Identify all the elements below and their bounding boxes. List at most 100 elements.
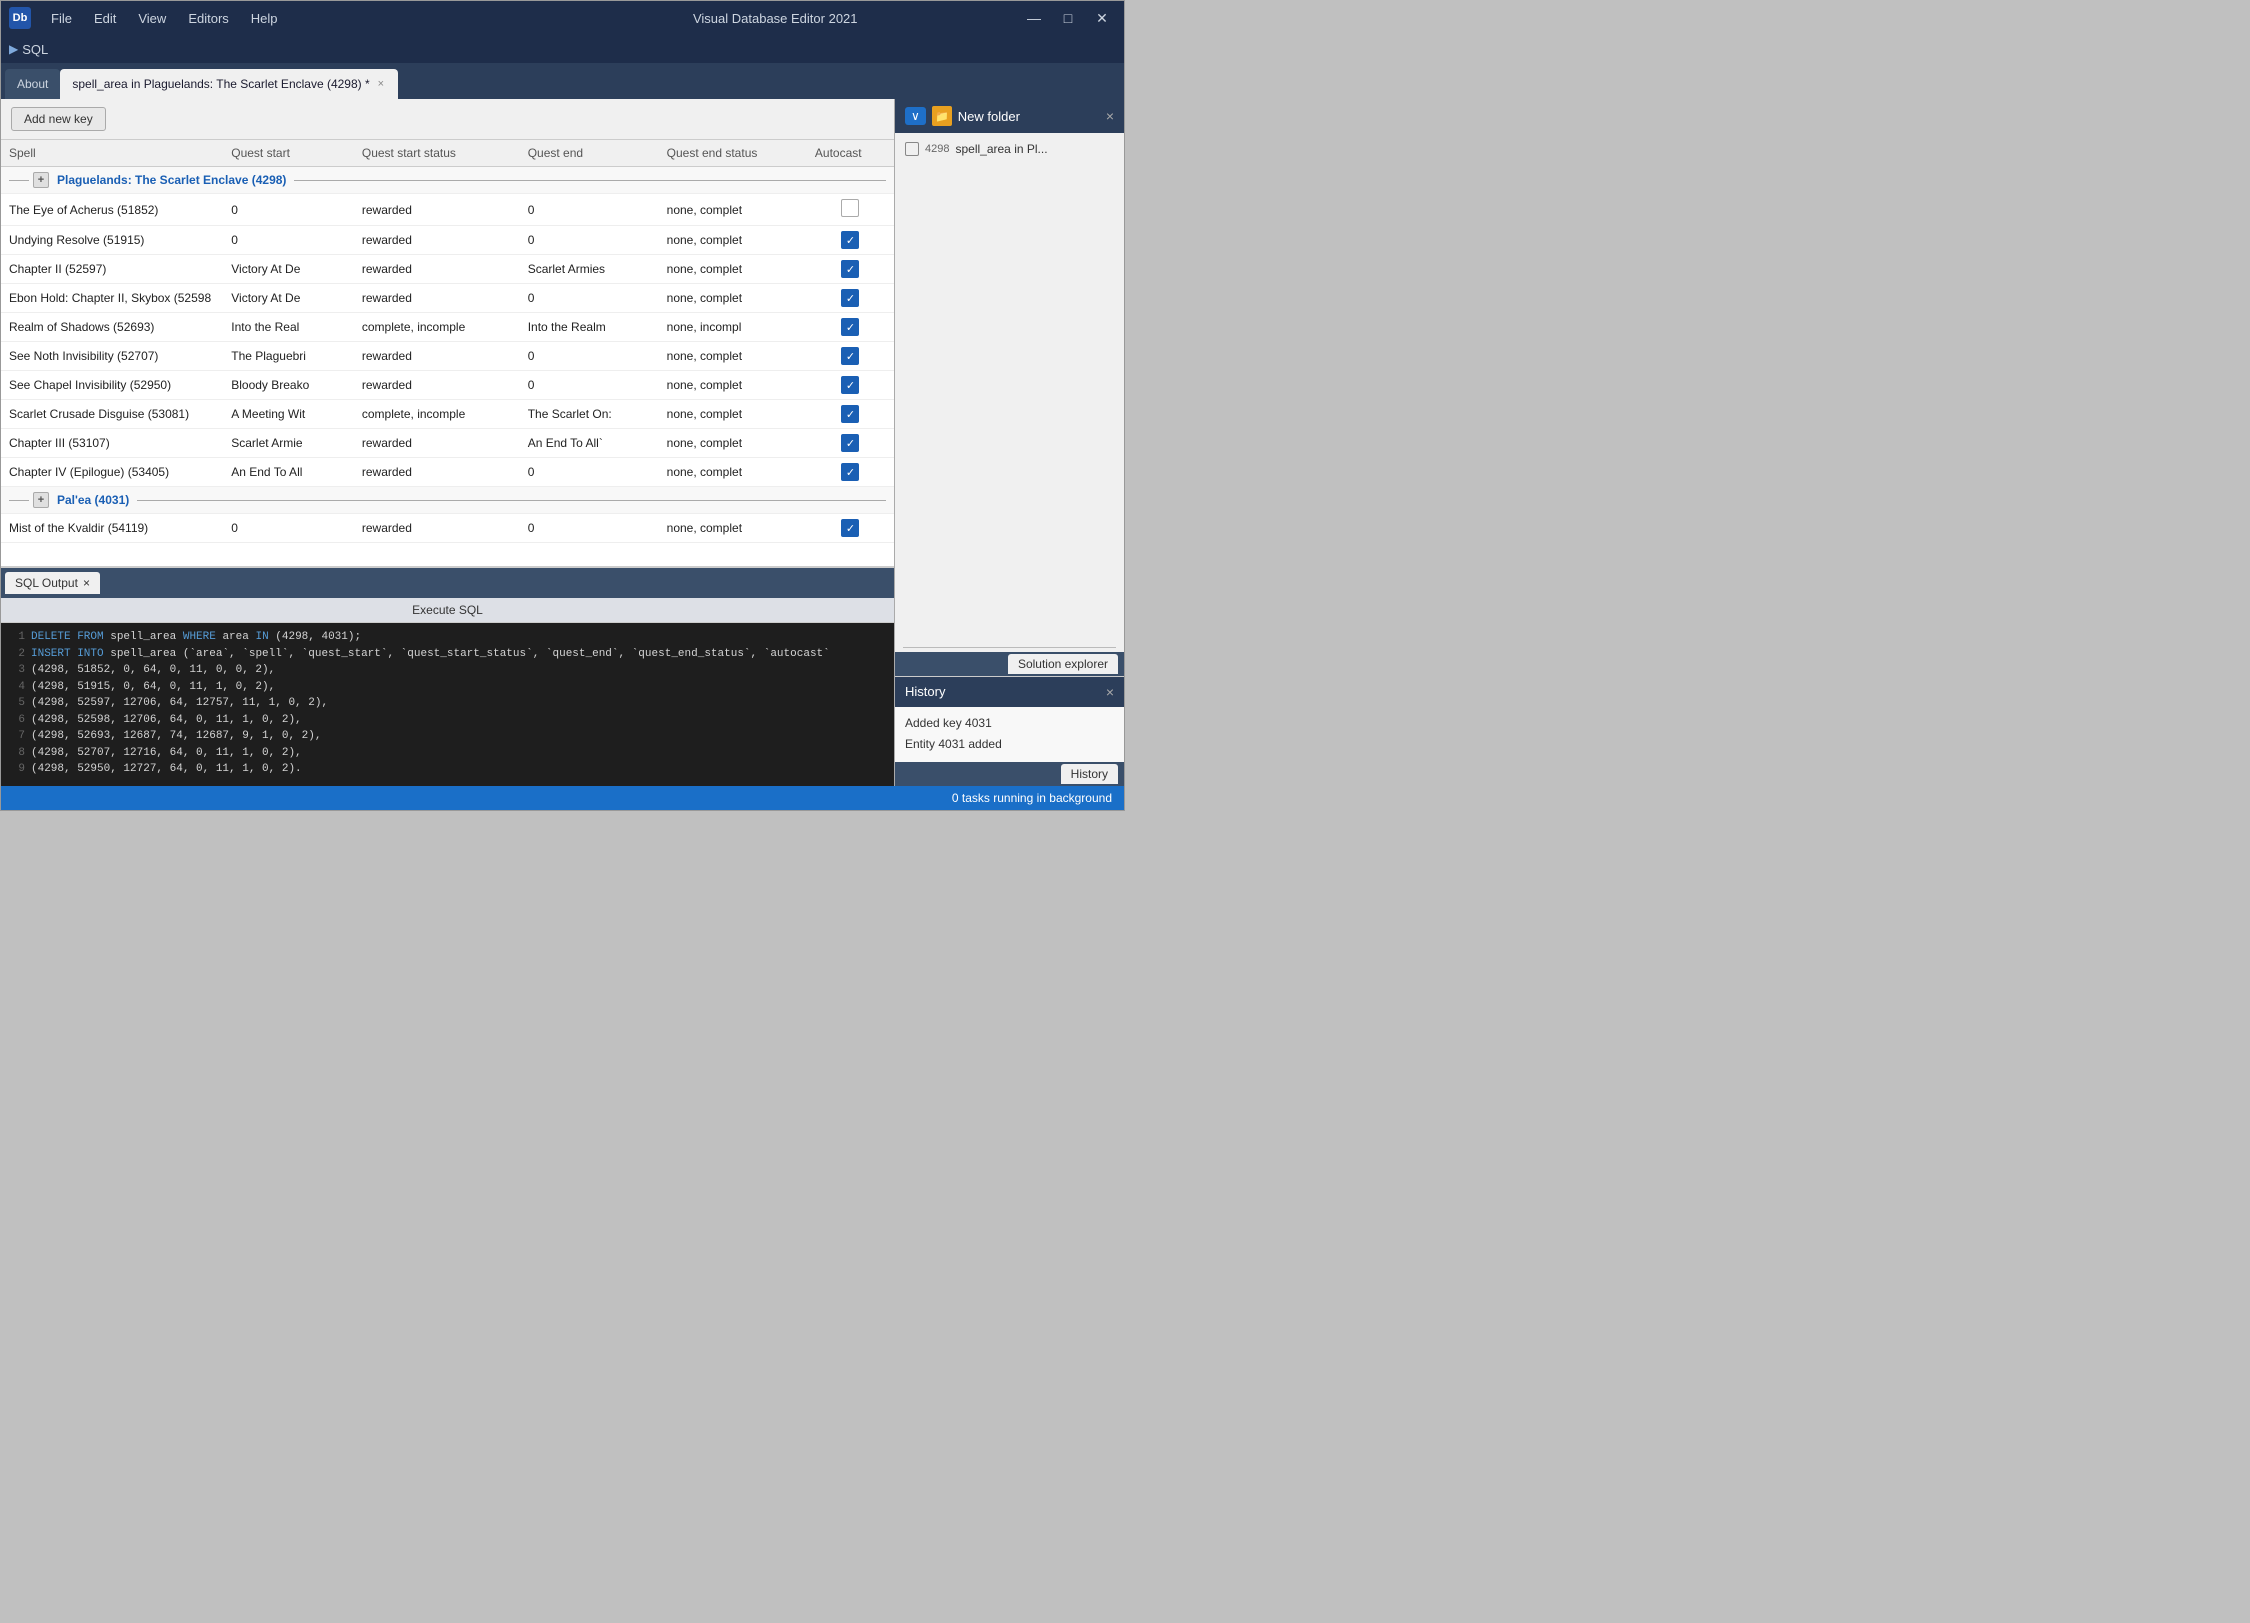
cell-4[interactable]: none, complet — [659, 255, 807, 284]
table-container[interactable]: Spell Quest start Quest start status Que… — [1, 140, 894, 566]
table-row[interactable]: Scarlet Crusade Disguise (53081)A Meetin… — [1, 400, 894, 429]
checkbox-checked[interactable]: ✓ — [841, 376, 859, 394]
cell-checkbox[interactable]: ✓ — [807, 342, 894, 371]
table-row[interactable]: Chapter IV (Epilogue) (53405)An End To A… — [1, 458, 894, 487]
minimize-button[interactable]: — — [1020, 7, 1048, 29]
cell-4[interactable]: none, complet — [659, 514, 807, 543]
cell-3[interactable]: Into the Realm — [520, 313, 659, 342]
table-row[interactable]: See Chapel Invisibility (52950)Bloody Br… — [1, 371, 894, 400]
cell-0[interactable]: See Noth Invisibility (52707) — [1, 342, 223, 371]
cell-3[interactable]: 0 — [520, 342, 659, 371]
cell-1[interactable]: 0 — [223, 194, 354, 226]
sql-output-tab-close[interactable]: × — [83, 576, 90, 590]
cell-1[interactable]: The Plaguebri — [223, 342, 354, 371]
tab-close-button[interactable]: × — [376, 77, 386, 91]
checkbox-checked[interactable]: ✓ — [841, 519, 859, 537]
checkbox-checked[interactable]: ✓ — [841, 318, 859, 336]
cell-0[interactable]: Realm of Shadows (52693) — [1, 313, 223, 342]
cell-1[interactable]: Victory At De — [223, 255, 354, 284]
cell-4[interactable]: none, complet — [659, 342, 807, 371]
menu-help[interactable]: Help — [241, 7, 288, 30]
table-row[interactable]: Realm of Shadows (52693)Into the Realcom… — [1, 313, 894, 342]
cell-4[interactable]: none, complet — [659, 226, 807, 255]
cell-0[interactable]: Chapter IV (Epilogue) (53405) — [1, 458, 223, 487]
cell-checkbox[interactable]: ✓ — [807, 400, 894, 429]
cell-checkbox[interactable]: ✓ — [807, 255, 894, 284]
history-close[interactable]: × — [1106, 684, 1114, 700]
cell-3[interactable]: 0 — [520, 284, 659, 313]
cell-4[interactable]: none, complet — [659, 458, 807, 487]
tab-active[interactable]: spell_area in Plaguelands: The Scarlet E… — [60, 69, 398, 99]
cell-3[interactable]: 0 — [520, 458, 659, 487]
cell-1[interactable]: A Meeting Wit — [223, 400, 354, 429]
checkbox-checked[interactable]: ✓ — [841, 347, 859, 365]
solution-explorer-close[interactable]: × — [1106, 108, 1114, 124]
cell-2[interactable]: rewarded — [354, 255, 520, 284]
history-tab[interactable]: History — [1061, 764, 1118, 784]
cell-checkbox[interactable]: ✓ — [807, 429, 894, 458]
tab-about[interactable]: About — [5, 69, 60, 99]
checkbox-checked[interactable]: ✓ — [841, 231, 859, 249]
cell-1[interactable]: Into the Real — [223, 313, 354, 342]
cell-4[interactable]: none, incompl — [659, 313, 807, 342]
table-row[interactable]: See Noth Invisibility (52707)The Plagueb… — [1, 342, 894, 371]
cell-checkbox[interactable]: ✓ — [807, 313, 894, 342]
expand-button[interactable]: + — [33, 492, 49, 508]
cell-2[interactable]: rewarded — [354, 371, 520, 400]
add-new-key-button[interactable]: Add new key — [11, 107, 106, 131]
cell-2[interactable]: rewarded — [354, 514, 520, 543]
cell-3[interactable]: 0 — [520, 226, 659, 255]
table-row[interactable]: Chapter III (53107)Scarlet Armierewarded… — [1, 429, 894, 458]
table-row[interactable]: Chapter II (52597)Victory At DerewardedS… — [1, 255, 894, 284]
cell-3[interactable]: The Scarlet On: — [520, 400, 659, 429]
cell-3[interactable]: Scarlet Armies — [520, 255, 659, 284]
cell-1[interactable]: An End To All — [223, 458, 354, 487]
cell-3[interactable]: An End To All` — [520, 429, 659, 458]
cell-0[interactable]: Scarlet Crusade Disguise (53081) — [1, 400, 223, 429]
folder-icon[interactable]: 📁 — [932, 106, 952, 126]
cell-1[interactable]: 0 — [223, 226, 354, 255]
solution-checkbox[interactable] — [905, 142, 919, 156]
se-dropdown[interactable]: ∨ — [905, 107, 926, 125]
sql-execute-bar[interactable]: Execute SQL — [1, 598, 894, 623]
solution-explorer-tab[interactable]: Solution explorer — [1008, 654, 1118, 674]
cell-1[interactable]: Victory At De — [223, 284, 354, 313]
cell-2[interactable]: rewarded — [354, 284, 520, 313]
cell-2[interactable]: rewarded — [354, 458, 520, 487]
cell-1[interactable]: Bloody Breako — [223, 371, 354, 400]
table-row[interactable]: Mist of the Kvaldir (54119)0rewarded0non… — [1, 514, 894, 543]
close-button[interactable]: ✕ — [1088, 7, 1116, 29]
cell-0[interactable]: Undying Resolve (51915) — [1, 226, 223, 255]
cell-2[interactable]: rewarded — [354, 194, 520, 226]
cell-checkbox[interactable]: ✓ — [807, 226, 894, 255]
cell-2[interactable]: rewarded — [354, 226, 520, 255]
cell-4[interactable]: none, complet — [659, 284, 807, 313]
cell-checkbox[interactable]: ✓ — [807, 514, 894, 543]
menu-edit[interactable]: Edit — [84, 7, 126, 30]
cell-0[interactable]: Ebon Hold: Chapter II, Skybox (52598 — [1, 284, 223, 313]
cell-3[interactable]: 0 — [520, 371, 659, 400]
cell-2[interactable]: complete, incomple — [354, 400, 520, 429]
checkbox-checked[interactable]: ✓ — [841, 463, 859, 481]
cell-2[interactable]: complete, incomple — [354, 313, 520, 342]
cell-3[interactable]: 0 — [520, 194, 659, 226]
expand-button[interactable]: + — [33, 172, 49, 188]
cell-0[interactable]: Chapter III (53107) — [1, 429, 223, 458]
checkbox-checked[interactable]: ✓ — [841, 260, 859, 278]
solution-item[interactable]: 4298 spell_area in Pl... — [899, 139, 1120, 159]
table-row[interactable]: The Eye of Acherus (51852)0rewarded0none… — [1, 194, 894, 226]
checkbox-empty[interactable] — [841, 199, 859, 217]
checkbox-checked[interactable]: ✓ — [841, 289, 859, 307]
sql-run-button[interactable]: ▶ SQL — [9, 42, 48, 57]
checkbox-checked[interactable]: ✓ — [841, 434, 859, 452]
cell-1[interactable]: 0 — [223, 514, 354, 543]
cell-2[interactable]: rewarded — [354, 342, 520, 371]
maximize-button[interactable]: □ — [1054, 7, 1082, 29]
cell-checkbox[interactable]: ✓ — [807, 458, 894, 487]
cell-checkbox[interactable]: ✓ — [807, 371, 894, 400]
table-row[interactable]: Ebon Hold: Chapter II, Skybox (52598Vict… — [1, 284, 894, 313]
cell-0[interactable]: Chapter II (52597) — [1, 255, 223, 284]
checkbox-checked[interactable]: ✓ — [841, 405, 859, 423]
cell-4[interactable]: none, complet — [659, 429, 807, 458]
table-row[interactable]: Undying Resolve (51915)0rewarded0none, c… — [1, 226, 894, 255]
